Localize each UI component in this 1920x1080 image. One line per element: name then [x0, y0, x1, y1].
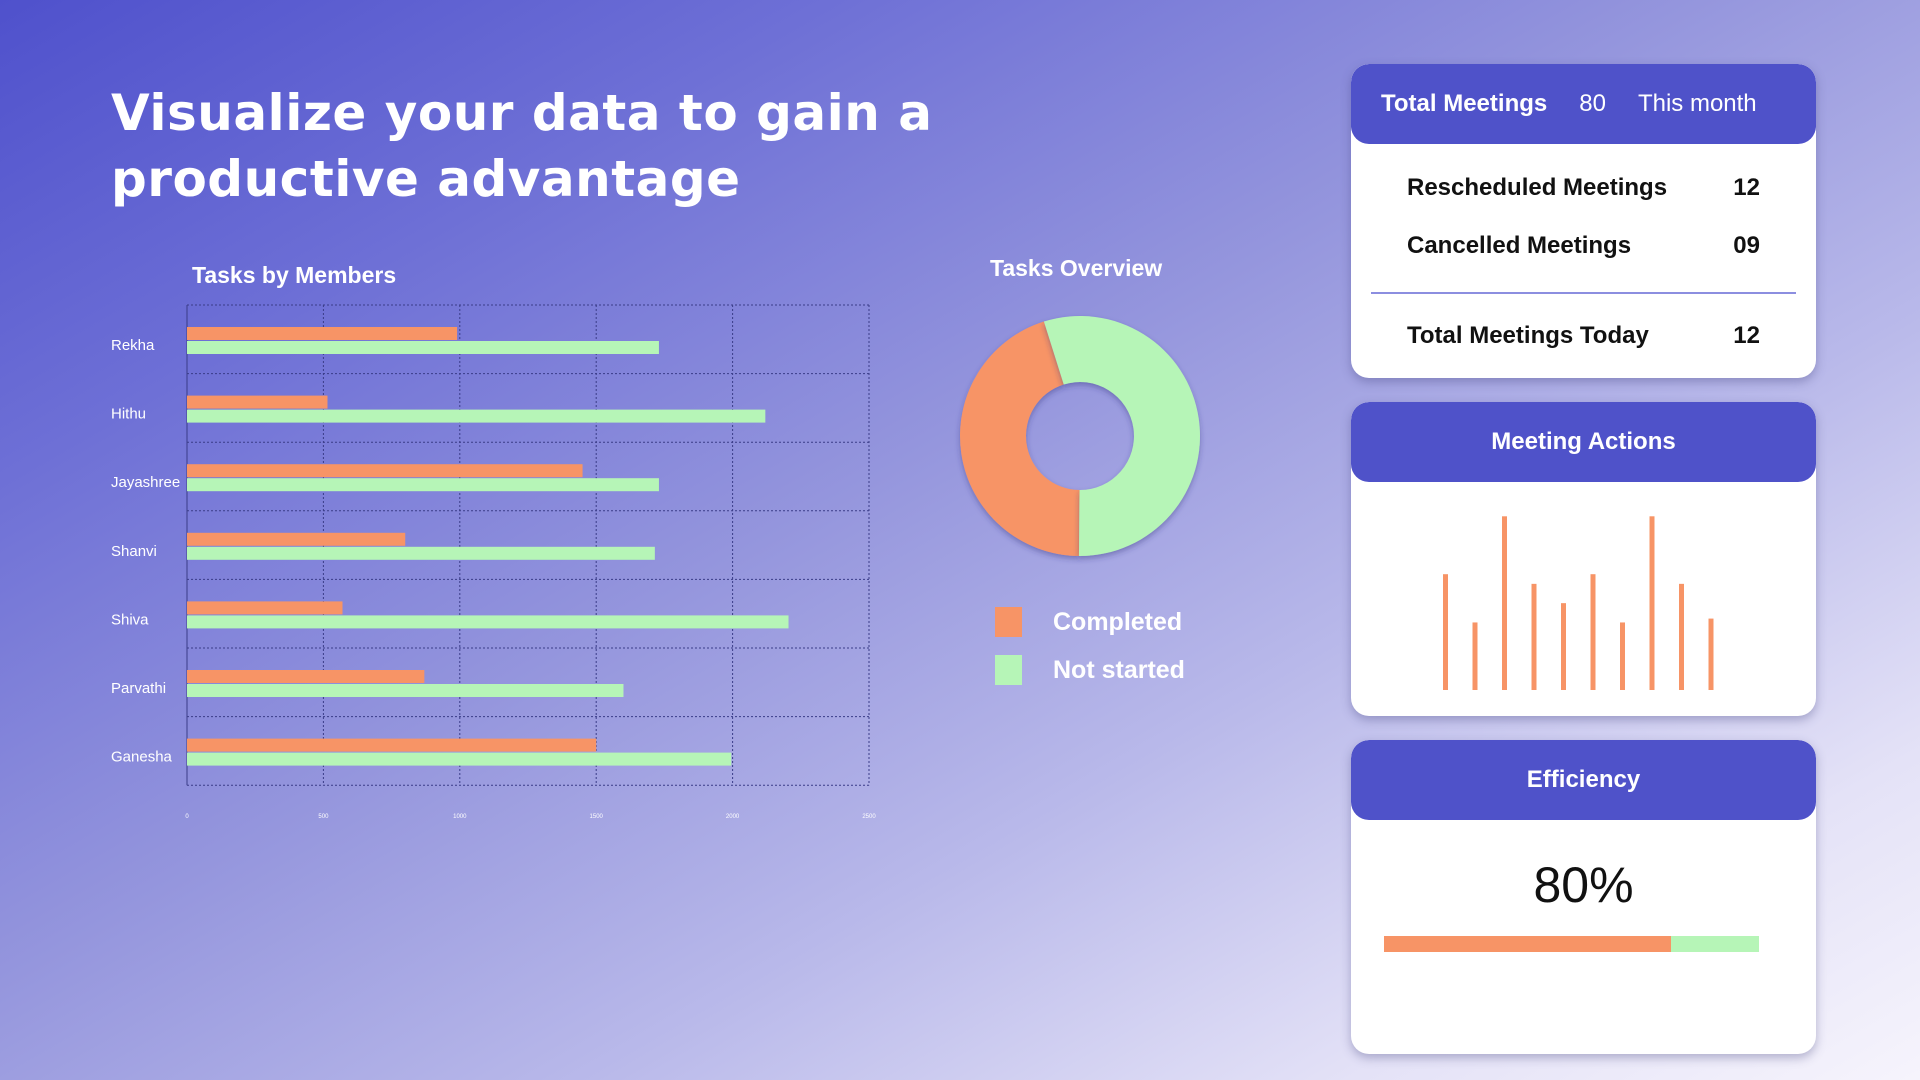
- bar-completed: [187, 532, 406, 546]
- x-tick-label: 2500: [862, 814, 876, 820]
- meeting-action-bar: [1590, 574, 1596, 690]
- summary-title: Total Meetings: [1381, 90, 1548, 117]
- legend-item-completed: Completed: [995, 598, 1185, 646]
- tasks-overview-donut: [959, 316, 1200, 556]
- bar-completed: [187, 395, 328, 409]
- bar-not-started: [187, 752, 732, 766]
- category-label: Ganesha: [111, 749, 173, 766]
- bar-completed: [187, 327, 458, 340]
- meeting-actions-card: Meeting Actions: [1351, 402, 1816, 716]
- summary-count: 80: [1579, 90, 1606, 117]
- legend-item-not-started: Not started: [995, 646, 1185, 694]
- category-label: Shiva: [111, 611, 149, 628]
- x-tick-label: 0: [185, 814, 189, 820]
- page-headline: Visualize your data to gain a productive…: [111, 84, 933, 208]
- summary-period: This month: [1637, 90, 1757, 117]
- efficiency-bar-fill: [1384, 936, 1671, 952]
- bar-not-started: [187, 341, 659, 354]
- bar-completed: [187, 738, 597, 752]
- cancelled-value: 09: [1733, 232, 1760, 259]
- category-label: Hithu: [111, 406, 146, 423]
- x-tick-label: 2000: [726, 814, 740, 820]
- bar-completed: [187, 464, 583, 478]
- summary-divider: [1371, 292, 1796, 294]
- category-label: Parvathi: [111, 680, 166, 697]
- cancelled-label: Cancelled Meetings: [1407, 232, 1632, 259]
- cancelled-meetings-row: Cancelled Meetings 09: [1351, 232, 1816, 260]
- meeting-action-bar: [1472, 622, 1478, 690]
- efficiency-card: Efficiency 80%: [1351, 740, 1816, 1054]
- donut-chart-title: Tasks Overview: [990, 255, 1163, 281]
- rescheduled-meetings-row: Rescheduled Meetings 12: [1351, 174, 1816, 202]
- donut-legend: Completed Not started: [995, 598, 1185, 694]
- x-tick-label: 500: [318, 814, 329, 820]
- bar-not-started: [187, 478, 659, 492]
- meeting-actions-chart: [1443, 516, 1714, 690]
- meeting-action-bar: [1679, 583, 1684, 690]
- bar-not-started: [187, 546, 655, 560]
- bar-not-started: [187, 409, 766, 423]
- meetings-summary-header: Total Meetings 80 This month: [1351, 64, 1816, 144]
- meeting-action-bar: [1531, 583, 1537, 690]
- x-tick-label: 1000: [453, 814, 467, 820]
- category-label: Shanvi: [111, 543, 157, 560]
- meeting-action-bar: [1443, 574, 1448, 690]
- total-today-label: Total Meetings Today: [1407, 322, 1649, 349]
- total-today-row: Total Meetings Today 12: [1351, 322, 1816, 350]
- meeting-action-bar: [1561, 603, 1566, 690]
- tasks-by-members-chart: Rekha Hithu Jayashree Shanvi Shiva Parvathi Ga…: [111, 304, 876, 820]
- meeting-action-bar: [1649, 516, 1655, 690]
- x-tick-label: 1500: [590, 814, 604, 820]
- total-today-value: 12: [1733, 322, 1760, 349]
- legend-label-not-started: Not started: [1053, 655, 1185, 684]
- meeting-action-bar: [1708, 618, 1714, 690]
- bar-not-started: [187, 684, 624, 697]
- rescheduled-label: Rescheduled Meetings: [1407, 174, 1668, 201]
- legend-swatch-not-started: [995, 655, 1022, 685]
- meetings-summary-card: Total Meetings 80 This month Rescheduled…: [1351, 64, 1816, 378]
- category-label: Rekha: [111, 337, 155, 354]
- bar-not-started: [187, 615, 789, 629]
- meeting-action-bar: [1620, 622, 1625, 690]
- bar-completed: [187, 670, 425, 683]
- meeting-action-bar: [1502, 516, 1507, 690]
- bar-completed: [187, 601, 343, 615]
- legend-swatch-completed: [995, 607, 1022, 637]
- legend-label-completed: Completed: [1053, 607, 1183, 636]
- bar-chart-title: Tasks by Members: [192, 262, 397, 288]
- meeting-actions-header: Meeting Actions: [1351, 402, 1816, 482]
- efficiency-value: 80%: [1533, 857, 1634, 913]
- category-label: Jayashree: [111, 474, 180, 491]
- rescheduled-value: 12: [1733, 174, 1760, 201]
- efficiency-bar: [1384, 936, 1759, 952]
- efficiency-header: Efficiency: [1351, 740, 1816, 820]
